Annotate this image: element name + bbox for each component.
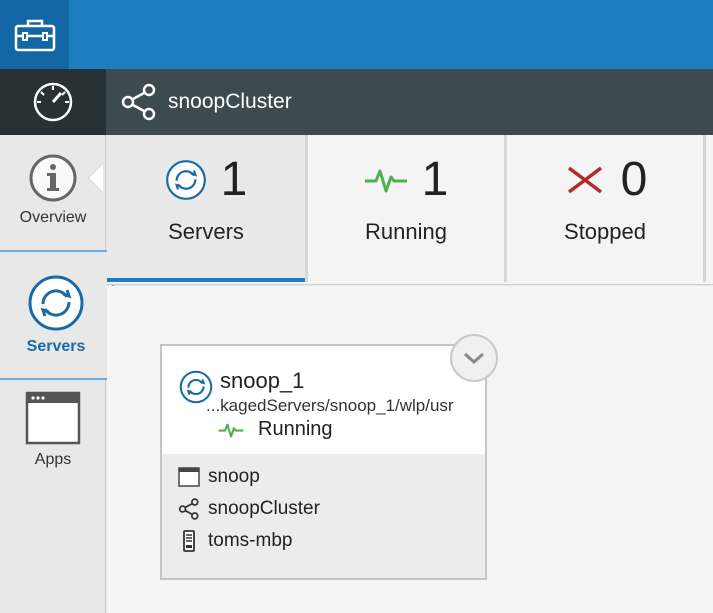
cluster-header: snoopCluster: [0, 69, 713, 135]
sidebar-item-servers[interactable]: Servers: [0, 250, 114, 380]
cluster-share-icon: [178, 498, 199, 520]
x-icon: [567, 166, 602, 194]
dashboard-button[interactable]: [0, 69, 106, 135]
sidebar-item-label: Servers: [26, 338, 86, 355]
server-cluster-name: snoopCluster: [208, 498, 320, 519]
page-title: snoopCluster: [120, 69, 292, 135]
divider: [703, 135, 706, 282]
stat-label: Stopped: [564, 219, 646, 244]
stat-label: Servers: [168, 219, 244, 244]
server-card[interactable]: snoop_1 ...kagedServers/snoop_1/wlp/usr …: [160, 344, 487, 580]
server-app-row[interactable]: snoop: [178, 466, 260, 488]
server-sync-icon: [28, 275, 84, 331]
stat-count: 1: [220, 153, 248, 206]
app-window-icon: [25, 391, 81, 445]
server-card-details: snoop snoopCluster toms-mbp: [162, 454, 485, 578]
card-expand-button[interactable]: [450, 334, 498, 382]
server-path: ...kagedServers/snoop_1/wlp/usr: [206, 396, 454, 415]
cluster-share-icon: [121, 83, 156, 121]
chevron-down-icon: [464, 352, 484, 365]
stat-count: 1: [421, 153, 449, 206]
pulse-icon: [218, 423, 244, 438]
info-icon: [29, 154, 77, 202]
host-device-icon: [183, 530, 195, 552]
server-name[interactable]: snoop_1: [220, 368, 304, 394]
server-app-name: snoop: [208, 466, 260, 487]
stat-stopped[interactable]: 0 Stopped: [507, 135, 703, 282]
dashboard-gauge-icon: [33, 82, 73, 122]
toolbox-icon: [14, 19, 55, 51]
server-status: Running: [218, 418, 333, 441]
server-status-text: Running: [258, 418, 333, 440]
server-card-header: snoop_1 ...kagedServers/snoop_1/wlp/usr …: [162, 346, 485, 454]
server-host-row[interactable]: toms-mbp: [178, 530, 292, 552]
server-cluster-row[interactable]: snoopCluster: [178, 498, 320, 520]
app-window-icon: [178, 467, 200, 487]
server-host-name: toms-mbp: [208, 530, 293, 551]
sidebar-item-apps[interactable]: Apps: [0, 391, 106, 469]
top-bar: [0, 0, 713, 69]
sidebar: Overview Servers Apps: [0, 135, 114, 613]
stats-bar: 1 Servers 1 Running 0 Stopped: [107, 135, 713, 285]
stat-servers[interactable]: 1 Servers: [107, 135, 305, 282]
selection-pointer: [89, 164, 103, 192]
server-sync-icon: [165, 160, 206, 200]
pulse-icon: [364, 169, 407, 193]
sidebar-item-label: Apps: [34, 451, 72, 468]
sidebar-item-label: Overview: [19, 209, 87, 226]
toolbox-button[interactable]: [0, 0, 69, 69]
cluster-title-text: snoopCluster: [168, 90, 292, 113]
stat-count: 0: [620, 153, 648, 206]
stat-running[interactable]: 1 Running: [308, 135, 504, 282]
stat-label: Running: [365, 219, 447, 244]
